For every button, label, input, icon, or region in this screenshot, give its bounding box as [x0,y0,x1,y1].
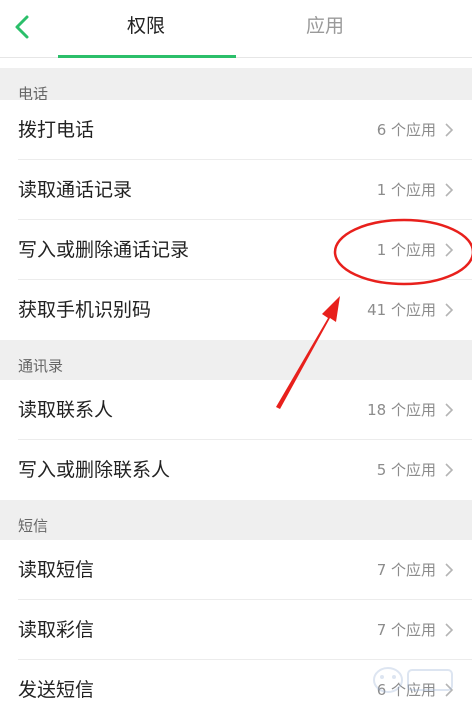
permission-label: 读取短信 [18,559,95,581]
permission-row-make-calls[interactable]: 拨打电话 6 个应用 [0,100,472,160]
app-count: 1 个应用 [376,241,436,259]
permission-row-read-call-log[interactable]: 读取通话记录 1 个应用 [0,160,472,220]
top-tab-bar: 权限 应用 [0,0,472,58]
chevron-right-icon [445,463,454,477]
permission-label: 读取彩信 [18,619,95,641]
section-title: 通讯录 [18,357,64,375]
permission-label: 拨打电话 [18,119,95,141]
section-title: 短信 [18,517,49,535]
chevron-right-icon [445,623,454,637]
tab-apps[interactable]: 应用 [265,0,385,58]
tab-permissions[interactable]: 权限 [86,0,206,58]
chevron-right-icon [445,183,454,197]
watermark-logo-icon [373,667,453,693]
chevron-left-icon [15,15,29,39]
permission-row-write-call-log[interactable]: 写入或删除通话记录 1 个应用 [0,220,472,280]
permission-label: 获取手机识别码 [18,299,152,321]
chevron-right-icon [445,123,454,137]
app-count: 7 个应用 [376,621,436,639]
app-count: 7 个应用 [376,561,436,579]
permission-row-read-sms[interactable]: 读取短信 7 个应用 [0,540,472,600]
app-count: 6 个应用 [376,121,436,139]
permission-label: 写入或删除联系人 [18,459,171,481]
app-count: 5 个应用 [376,461,436,479]
section-header-sms: 短信 [0,500,472,540]
chevron-right-icon [445,403,454,417]
permission-label: 写入或删除通话记录 [18,239,190,261]
back-button[interactable] [6,9,42,45]
permission-label: 发送短信 [18,679,95,701]
app-count: 18 个应用 [367,401,436,419]
permission-row-read-contacts[interactable]: 读取联系人 18 个应用 [0,380,472,440]
section-header-contacts: 通讯录 [0,340,472,380]
active-tab-indicator [58,55,236,58]
app-count: 41 个应用 [367,301,436,319]
permission-row-write-contacts[interactable]: 写入或删除联系人 5 个应用 [0,440,472,500]
chevron-right-icon [445,243,454,257]
app-count: 1 个应用 [376,181,436,199]
permission-label: 读取联系人 [18,399,114,421]
permission-label: 读取通话记录 [18,179,133,201]
permission-row-device-id[interactable]: 获取手机识别码 41 个应用 [0,280,472,340]
permission-row-read-mms[interactable]: 读取彩信 7 个应用 [0,600,472,660]
chevron-right-icon [445,303,454,317]
chevron-right-icon [445,563,454,577]
